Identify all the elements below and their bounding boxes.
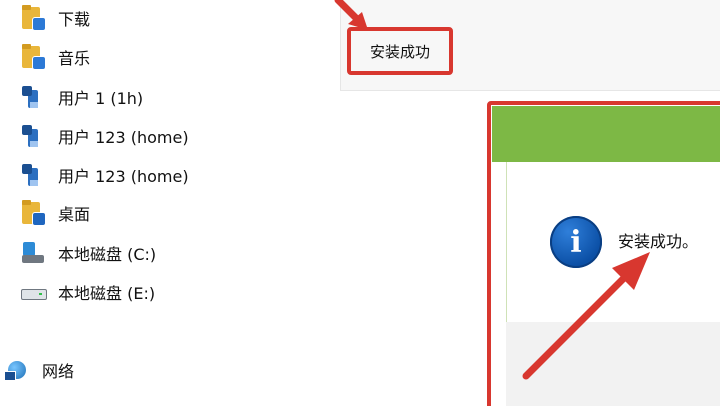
sidebar-item-user-1[interactable]: 用户 1 (1h) — [20, 81, 143, 113]
sidebar-item-downloads[interactable]: 下载 — [20, 2, 90, 34]
sidebar-item-drive-e[interactable]: 本地磁盘 (E:) — [20, 276, 155, 308]
sidebar-item-drive-c[interactable]: 本地磁盘 (C:) — [20, 237, 156, 269]
sidebar-item-label: 用户 1 (1h) — [58, 89, 144, 108]
network-user-icon — [20, 84, 46, 110]
sidebar-item-user-123-b[interactable]: 用户 123 (home) — [20, 159, 189, 191]
sidebar-item-user-123-a[interactable]: 用户 123 (home) — [20, 120, 189, 152]
sidebar-item-label: 用户 123 (home) — [58, 128, 189, 147]
sidebar-item-music[interactable]: 音乐 — [20, 41, 90, 73]
install-status-highlight: 安装成功 — [347, 27, 453, 75]
network-user-icon — [20, 123, 46, 149]
network-user-icon — [20, 162, 46, 188]
network-icon — [4, 357, 30, 383]
sidebar-item-label: 本地磁盘 (E:) — [58, 284, 156, 303]
sidebar-item-label: 下载 — [58, 10, 91, 29]
sidebar-item-label: 用户 123 (home) — [58, 167, 189, 186]
system-drive-icon — [20, 240, 46, 266]
dialog-title-bar — [492, 106, 720, 162]
dialog-message: 安装成功。 — [618, 232, 699, 251]
sidebar-item-label: 网络 — [42, 362, 75, 381]
sidebar-item-label: 本地磁盘 (C:) — [58, 245, 157, 264]
dialog-button-area — [506, 322, 720, 406]
sidebar-item-label: 桌面 — [58, 205, 91, 224]
desktop-folder-icon — [20, 200, 46, 226]
screen: 下载 音乐 用户 1 (1h) 用户 123 (home) 用户 123 (ho — [0, 0, 720, 406]
drive-icon — [20, 279, 47, 305]
install-status-text: 安装成功 — [369, 42, 430, 61]
music-folder-icon — [20, 44, 46, 70]
sidebar-item-desktop[interactable]: 桌面 — [20, 197, 90, 229]
info-icon: i — [550, 216, 602, 268]
sidebar-item-network[interactable]: 网络 — [4, 354, 74, 386]
navigation-pane: 下载 音乐 用户 1 (1h) 用户 123 (home) 用户 123 (ho — [0, 0, 330, 406]
downloads-folder-icon — [20, 5, 46, 31]
sidebar-item-label: 音乐 — [58, 49, 91, 68]
